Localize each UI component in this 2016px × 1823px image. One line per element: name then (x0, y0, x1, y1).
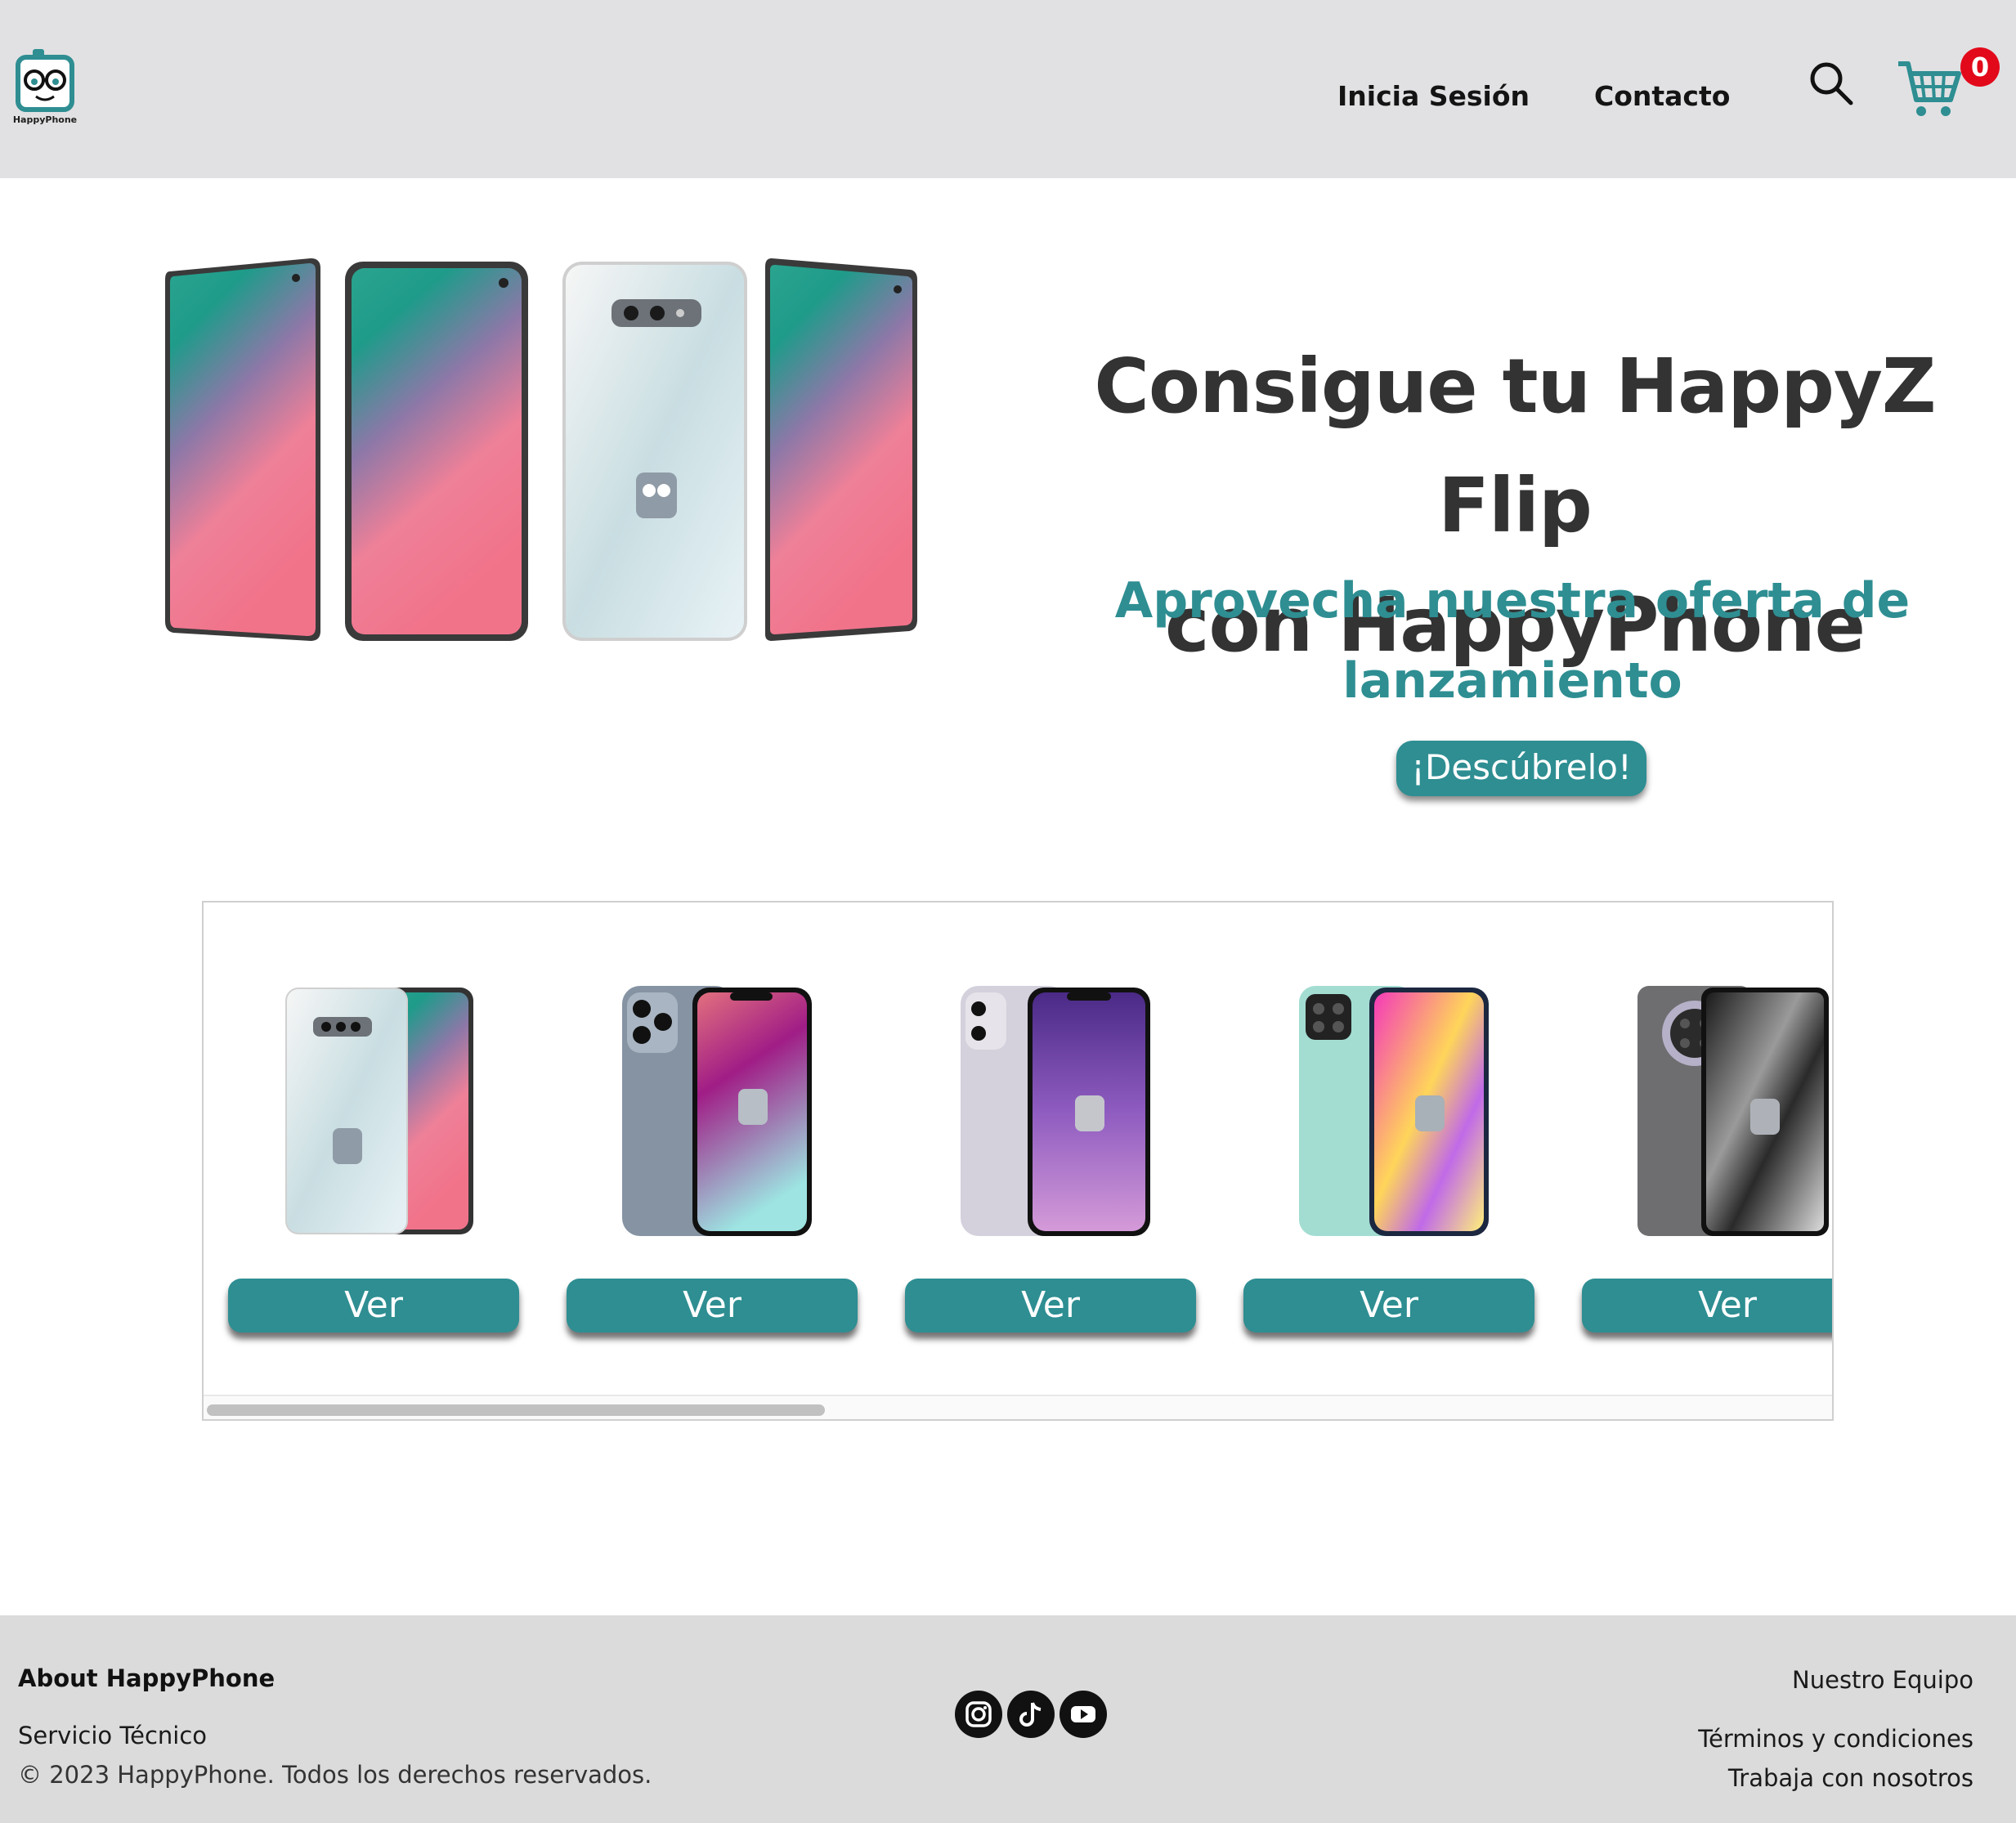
carousel-scrollbar-thumb[interactable] (207, 1404, 825, 1416)
search-icon[interactable] (1808, 60, 1854, 106)
logo[interactable]: HappyPhone (11, 47, 78, 126)
product-image[interactable] (599, 984, 825, 1238)
nav-login-link[interactable]: Inicia Sesión (1337, 80, 1530, 112)
view-product-button[interactable]: Ver (1243, 1279, 1534, 1333)
product-image[interactable] (1276, 984, 1502, 1238)
hero-title-line1: Consigue tu HappyZ Flip (1094, 343, 1936, 549)
cart-count-badge: 0 (1960, 47, 2000, 87)
footer-work-link[interactable]: Trabaja con nosotros (1728, 1764, 1973, 1792)
cart-icon (1898, 61, 1961, 116)
product-carousel[interactable]: Ver Ver Ver Ver Ver (202, 901, 1834, 1421)
product-image[interactable] (938, 984, 1163, 1238)
discover-button[interactable]: ¡Descúbrelo! (1396, 741, 1646, 796)
site-footer: About HappyPhone Servicio Técnico © 2023… (0, 1615, 2016, 1823)
view-product-button[interactable]: Ver (905, 1279, 1196, 1333)
hero-phone-back (562, 262, 747, 641)
hero-subtitle: Aprovecha nuestra oferta de lanzamiento (1063, 561, 1962, 721)
hero-phone-front (345, 262, 528, 641)
product-image[interactable] (261, 984, 486, 1238)
footer-about-heading: About HappyPhone (18, 1664, 276, 1692)
site-header: HappyPhone Inicia Sesión Contacto 0 (0, 0, 2016, 178)
logo-mascot-icon (16, 49, 74, 112)
hero-phone-front-right (765, 258, 917, 641)
footer-service-link[interactable]: Servicio Técnico (18, 1722, 207, 1749)
youtube-icon[interactable] (1060, 1691, 1107, 1738)
footer-copyright: © 2023 HappyPhone. Todos los derechos re… (18, 1761, 652, 1789)
product-card: Ver (567, 984, 858, 1333)
product-card: Ver (1243, 984, 1534, 1333)
cart-button[interactable]: 0 (1897, 47, 2003, 129)
product-card: Ver (1582, 984, 1834, 1333)
nav-contact-link[interactable]: Contacto (1594, 80, 1730, 112)
view-product-button[interactable]: Ver (567, 1279, 858, 1333)
hero-phone-front-left (165, 258, 320, 641)
hero-subtitle-line1: Aprovecha nuestra oferta de (1114, 572, 1911, 629)
footer-terms-link[interactable]: Términos y condiciones (1698, 1725, 1973, 1753)
hero-phones-image (165, 258, 917, 641)
logo-text: HappyPhone (12, 114, 78, 125)
hero-subtitle-line2: lanzamiento (1342, 652, 1682, 710)
view-product-button[interactable]: Ver (228, 1279, 519, 1333)
product-card: Ver (228, 984, 519, 1333)
instagram-icon[interactable] (955, 1691, 1002, 1738)
product-image[interactable] (1615, 984, 1834, 1238)
tiktok-icon[interactable] (1007, 1691, 1055, 1738)
view-product-button[interactable]: Ver (1582, 1279, 1832, 1333)
carousel-scrollbar[interactable] (204, 1395, 1832, 1419)
product-card: Ver (905, 984, 1196, 1333)
footer-team-link[interactable]: Nuestro Equipo (1792, 1666, 1973, 1694)
